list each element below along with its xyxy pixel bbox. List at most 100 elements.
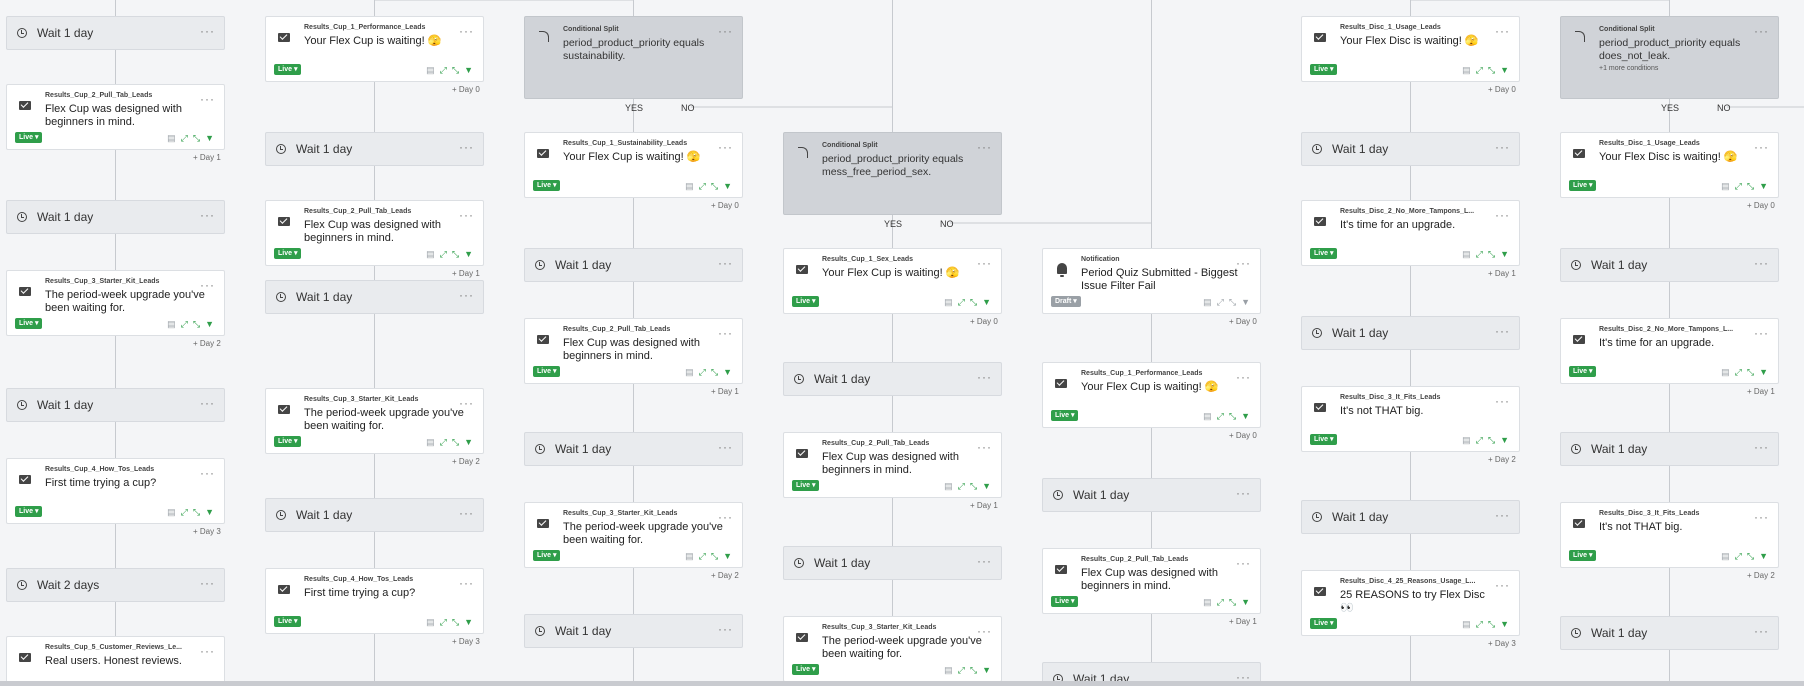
wait-step-card[interactable]: Wait 1 day ··· <box>524 614 743 648</box>
message-icon[interactable]: ▤ <box>1203 412 1212 421</box>
share-icon[interactable]: ⤢ <box>181 134 188 143</box>
link-icon[interactable]: ⤡ <box>452 438 459 447</box>
status-badge[interactable]: Live ▾ <box>1310 248 1338 259</box>
share-icon[interactable]: ⤢ <box>1735 552 1742 561</box>
wait-step-card[interactable]: Wait 1 day ··· <box>1042 478 1261 512</box>
filter-icon[interactable]: ▼ <box>982 666 991 675</box>
filter-icon[interactable]: ▼ <box>464 66 473 75</box>
more-options-icon[interactable]: ··· <box>200 466 215 480</box>
status-badge[interactable]: Live ▾ <box>274 616 302 627</box>
email-message-card[interactable]: Results_Cup_3_Starter_Kit_Leads The perio… <box>783 616 1002 682</box>
wait-step-card[interactable]: Wait 1 day ··· <box>1301 500 1520 534</box>
more-options-icon[interactable]: ··· <box>1495 24 1510 38</box>
link-icon[interactable]: ⤡ <box>193 320 200 329</box>
message-icon[interactable]: ▤ <box>426 438 435 447</box>
more-options-icon[interactable]: ··· <box>977 370 992 384</box>
link-icon[interactable]: ⤡ <box>193 508 200 517</box>
more-options-icon[interactable]: ··· <box>1754 510 1769 524</box>
more-options-icon[interactable]: ··· <box>200 278 215 292</box>
status-badge[interactable]: Draft ▾ <box>1051 296 1081 307</box>
link-icon[interactable]: ⤡ <box>1488 250 1495 259</box>
status-badge[interactable]: Live ▾ <box>274 64 302 75</box>
status-badge[interactable]: Live ▾ <box>1051 410 1079 421</box>
email-message-card[interactable]: Results_Cup_1_Sustainability_Leads Your F… <box>524 132 743 198</box>
more-conditions-link[interactable]: +1 more conditions <box>1599 65 1768 72</box>
share-icon[interactable]: ⤢ <box>1217 298 1224 307</box>
wait-step-card[interactable]: Wait 1 day ··· <box>6 16 225 50</box>
wait-step-card[interactable]: Wait 1 day ··· <box>1560 432 1779 466</box>
share-icon[interactable]: ⤢ <box>1476 66 1483 75</box>
message-icon[interactable]: ▤ <box>1203 598 1212 607</box>
link-icon[interactable]: ⤡ <box>1229 412 1236 421</box>
link-icon[interactable]: ⤡ <box>711 182 718 191</box>
notification-card[interactable]: Notification Period Quiz Submitted - Bigg… <box>1042 248 1261 314</box>
share-icon[interactable]: ⤢ <box>1476 436 1483 445</box>
email-message-card[interactable]: Results_Cup_3_Starter_Kit_Leads The perio… <box>265 388 484 454</box>
status-badge[interactable]: Live ▾ <box>533 366 561 377</box>
more-options-icon[interactable]: ··· <box>200 208 215 222</box>
conditional-split-card[interactable]: Conditional Split period_product_priority… <box>524 16 743 99</box>
email-message-card[interactable]: Results_Cup_2_Pull_Tab_Leads Flex Cup was… <box>1042 548 1261 614</box>
link-icon[interactable]: ⤡ <box>193 134 200 143</box>
status-badge[interactable]: Live ▾ <box>533 180 561 191</box>
conditional-split-card[interactable]: Conditional Split period_product_priority… <box>783 132 1002 215</box>
filter-icon[interactable]: ▼ <box>1759 552 1768 561</box>
filter-icon[interactable]: ▼ <box>1759 368 1768 377</box>
more-options-icon[interactable]: ··· <box>459 576 474 590</box>
share-icon[interactable]: ⤢ <box>181 508 188 517</box>
link-icon[interactable]: ⤡ <box>452 66 459 75</box>
message-icon[interactable]: ▤ <box>1462 436 1471 445</box>
link-icon[interactable]: ⤡ <box>1229 298 1236 307</box>
link-icon[interactable]: ⤡ <box>1747 182 1754 191</box>
conditional-split-card[interactable]: Conditional Split period_product_priority… <box>1560 16 1779 99</box>
status-badge[interactable]: Live ▾ <box>274 436 302 447</box>
wait-step-card[interactable]: Wait 1 day ··· <box>1560 248 1779 282</box>
filter-icon[interactable]: ▼ <box>464 438 473 447</box>
share-icon[interactable]: ⤢ <box>1735 182 1742 191</box>
email-message-card[interactable]: Results_Cup_4_How_Tos_Leads First time tr… <box>265 568 484 634</box>
email-message-card[interactable]: Results_Cup_2_Pull_Tab_Leads Flex Cup was… <box>524 318 743 384</box>
more-options-icon[interactable]: ··· <box>1495 208 1510 222</box>
message-icon[interactable]: ▤ <box>685 552 694 561</box>
more-options-icon[interactable]: ··· <box>1495 324 1510 338</box>
share-icon[interactable]: ⤢ <box>440 618 447 627</box>
more-options-icon[interactable]: ··· <box>200 92 215 106</box>
message-icon[interactable]: ▤ <box>167 320 176 329</box>
filter-icon[interactable]: ▼ <box>464 250 473 259</box>
more-options-icon[interactable]: ··· <box>977 140 992 154</box>
more-options-icon[interactable]: ··· <box>459 396 474 410</box>
message-icon[interactable]: ▤ <box>1203 298 1212 307</box>
more-options-icon[interactable]: ··· <box>1754 440 1769 454</box>
status-badge[interactable]: Live ▾ <box>792 296 820 307</box>
status-badge[interactable]: Live ▾ <box>1569 180 1597 191</box>
message-icon[interactable]: ▤ <box>167 508 176 517</box>
email-message-card[interactable]: Results_Cup_2_Pull_Tab_Leads Flex Cup was… <box>265 200 484 266</box>
more-options-icon[interactable]: ··· <box>459 140 474 154</box>
canvas-scrollbar[interactable] <box>0 681 1804 686</box>
filter-icon[interactable]: ▼ <box>982 298 991 307</box>
more-options-icon[interactable]: ··· <box>459 506 474 520</box>
email-message-card[interactable]: Results_Disc_3_It_Fits_Leads It's not THA… <box>1301 386 1520 452</box>
share-icon[interactable]: ⤢ <box>958 482 965 491</box>
share-icon[interactable]: ⤢ <box>699 182 706 191</box>
email-message-card[interactable]: Results_Disc_3_It_Fits_Leads It's not THA… <box>1560 502 1779 568</box>
share-icon[interactable]: ⤢ <box>699 368 706 377</box>
link-icon[interactable]: ⤡ <box>1488 620 1495 629</box>
more-options-icon[interactable]: ··· <box>718 326 733 340</box>
filter-icon[interactable]: ▼ <box>982 482 991 491</box>
message-icon[interactable]: ▤ <box>685 182 694 191</box>
filter-icon[interactable]: ▼ <box>1759 182 1768 191</box>
message-icon[interactable]: ▤ <box>1462 66 1471 75</box>
status-badge[interactable]: Live ▾ <box>274 248 302 259</box>
status-badge[interactable]: Live ▾ <box>1310 434 1338 445</box>
share-icon[interactable]: ⤢ <box>440 250 447 259</box>
email-message-card[interactable]: Results_Disc_2_No_More_Tampons_L... It's … <box>1301 200 1520 266</box>
more-options-icon[interactable]: ··· <box>977 624 992 638</box>
wait-step-card[interactable]: Wait 1 day ··· <box>1301 316 1520 350</box>
more-options-icon[interactable]: ··· <box>718 140 733 154</box>
link-icon[interactable]: ⤡ <box>452 250 459 259</box>
wait-step-card[interactable]: Wait 1 day ··· <box>1301 132 1520 166</box>
share-icon[interactable]: ⤢ <box>440 66 447 75</box>
message-icon[interactable]: ▤ <box>685 368 694 377</box>
wait-step-card[interactable]: Wait 1 day ··· <box>524 432 743 466</box>
